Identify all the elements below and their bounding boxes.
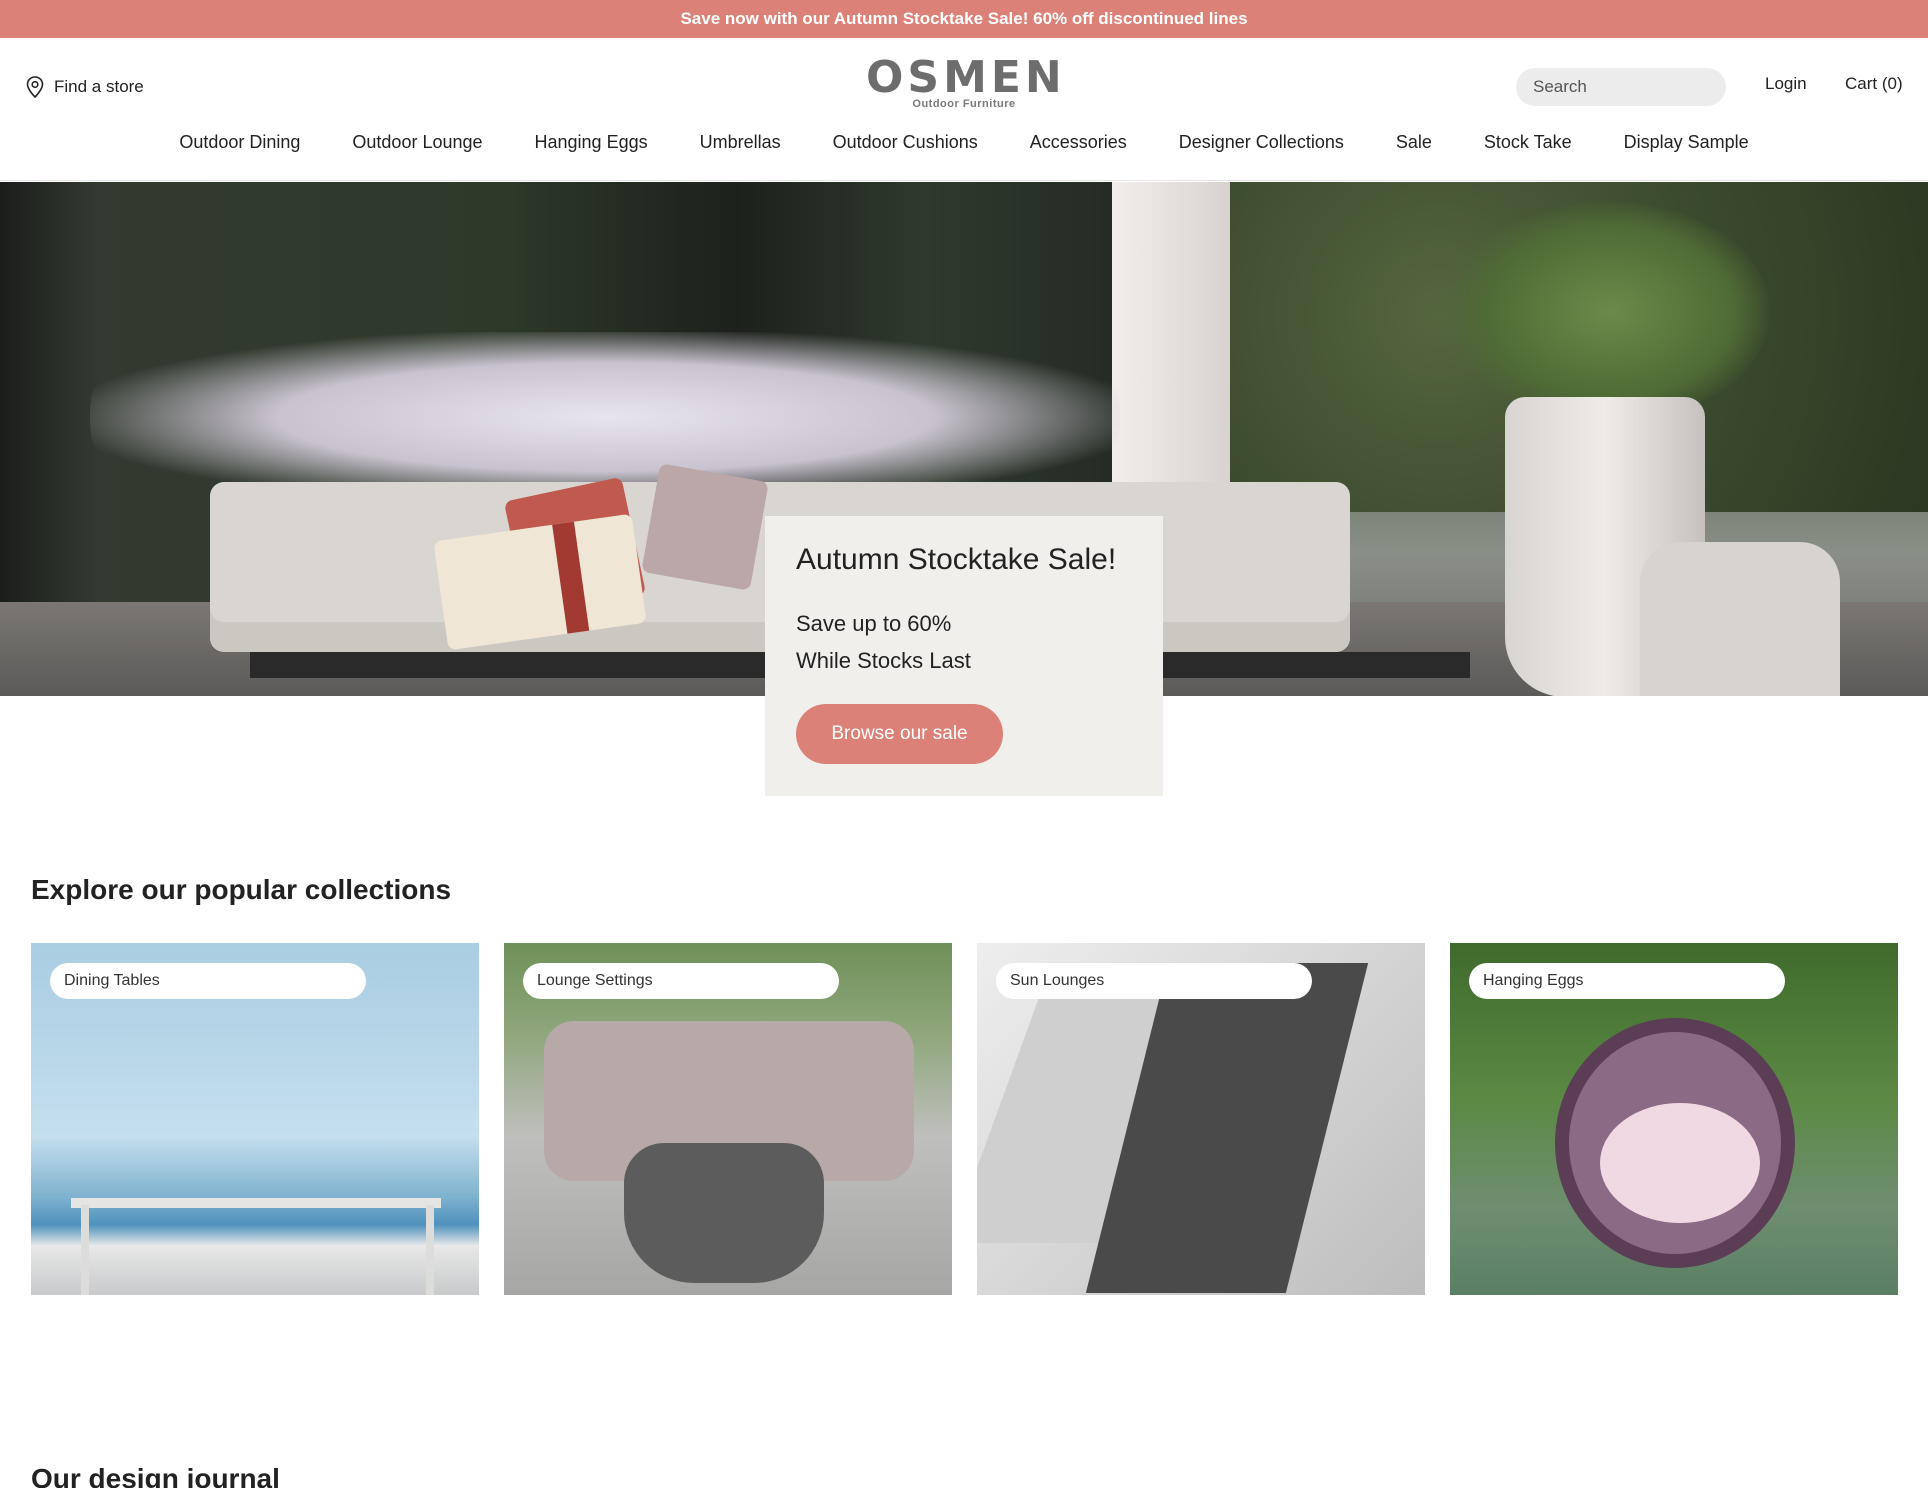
egg-cushion-image <box>1600 1103 1760 1223</box>
hero-chair <box>1640 542 1840 696</box>
cart-link[interactable]: Cart (0) <box>1845 74 1903 94</box>
nav-sale[interactable]: Sale <box>1396 132 1432 153</box>
nav-umbrellas[interactable]: Umbrellas <box>700 132 781 153</box>
nav-outdoor-cushions[interactable]: Outdoor Cushions <box>833 132 978 153</box>
browse-sale-button[interactable]: Browse our sale <box>796 704 1003 764</box>
nav-hanging-eggs[interactable]: Hanging Eggs <box>535 132 648 153</box>
announcement-bar: Save now with our Autumn Stocktake Sale!… <box>0 0 1928 38</box>
hero-floral-pillow <box>641 463 769 591</box>
collection-card-dining-tables[interactable]: Dining Tables <box>31 943 479 1295</box>
osmen-logo[interactable]: OSMEN Outdoor Furniture <box>866 56 1062 112</box>
announcement-text: Save now with our Autumn Stocktake Sale!… <box>680 9 1248 28</box>
login-link[interactable]: Login <box>1765 74 1807 94</box>
logo-wordmark: OSMEN <box>866 52 1066 103</box>
collections-heading: Explore our popular collections <box>31 874 452 905</box>
collection-card-sun-lounges[interactable]: Sun Lounges <box>977 943 1425 1295</box>
promo-line-2: While Stocks Last <box>796 648 971 673</box>
nav-designer-collections[interactable]: Designer Collections <box>1179 132 1344 153</box>
location-pin-icon <box>26 76 44 98</box>
hero-plant <box>1450 202 1770 422</box>
dining-table-image <box>71 1198 441 1208</box>
collection-label: Sun Lounges <box>996 963 1312 999</box>
find-store-label: Find a store <box>54 77 144 96</box>
collection-card-lounge-settings[interactable]: Lounge Settings <box>504 943 952 1295</box>
table-leg <box>81 1205 89 1295</box>
find-store-link[interactable]: Find a store <box>26 76 144 98</box>
hero-flowers <box>90 332 1120 502</box>
collection-card-hanging-eggs[interactable]: Hanging Eggs <box>1450 943 1898 1295</box>
nav-accessories[interactable]: Accessories <box>1030 132 1127 153</box>
journal-heading: Our design journal <box>31 1463 280 1488</box>
nav-stock-take[interactable]: Stock Take <box>1484 132 1572 153</box>
nav-outdoor-lounge[interactable]: Outdoor Lounge <box>352 132 482 153</box>
collection-label: Hanging Eggs <box>1469 963 1785 999</box>
collection-label: Dining Tables <box>50 963 366 999</box>
promo-lines: Save up to 60% While Stocks Last <box>796 605 1132 679</box>
nav-display-sample[interactable]: Display Sample <box>1624 132 1749 153</box>
collection-label: Lounge Settings <box>523 963 839 999</box>
main-nav: Outdoor Dining Outdoor Lounge Hanging Eg… <box>0 132 1928 153</box>
promo-box: Autumn Stocktake Sale! Save up to 60% Wh… <box>765 516 1163 796</box>
site-header: Find a store OSMEN Outdoor Furniture Log… <box>0 38 1928 181</box>
promo-line-1: Save up to 60% <box>796 611 952 636</box>
promo-title: Autumn Stocktake Sale! <box>796 543 1117 576</box>
table-leg <box>426 1205 434 1295</box>
search-input[interactable] <box>1516 68 1726 106</box>
lounge-table-image <box>624 1143 824 1283</box>
nav-outdoor-dining[interactable]: Outdoor Dining <box>179 132 300 153</box>
